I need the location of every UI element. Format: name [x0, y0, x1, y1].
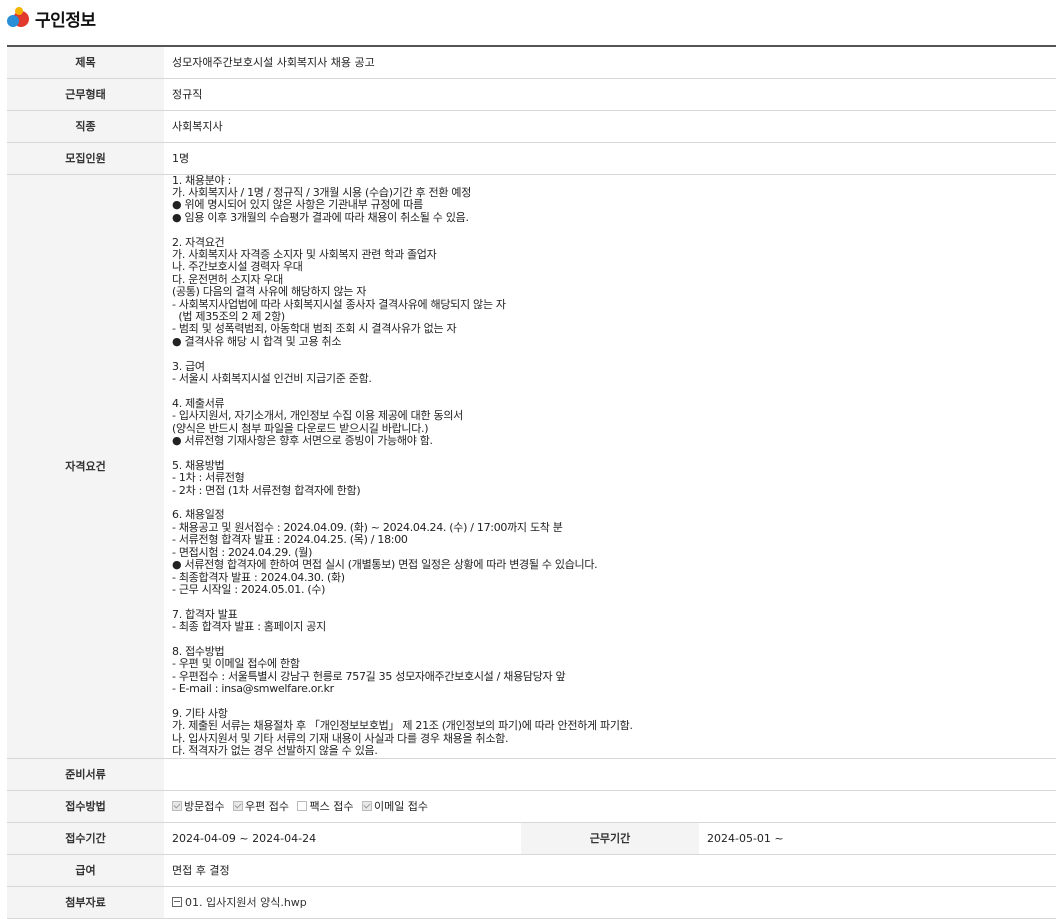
requirements-label: 자격요건: [7, 174, 164, 759]
title-label: 제목: [7, 46, 164, 79]
employment-type-label: 근무형태: [7, 78, 164, 111]
checkbox-checked-icon: [232, 801, 243, 812]
page-title: 구인정보: [35, 10, 96, 31]
row-salary: 급여 면접 후 결정: [7, 854, 1056, 887]
attachment-label: 첨부자료: [7, 886, 164, 919]
row-title: 제목 성모자애주간보호시설 사회복지사 채용 공고: [7, 46, 1056, 79]
attachment-cell: 01. 입사지원서 양식.hwp: [164, 886, 1056, 919]
apply-period-label: 접수기간: [7, 822, 164, 855]
headcount-value: 1명: [164, 142, 1056, 175]
row-documents: 준비서류: [7, 758, 1056, 791]
documents-value: [164, 758, 1056, 791]
row-periods: 접수기간 2024-04-09 ~ 2024-04-24 근무기간 2024-0…: [7, 822, 1056, 855]
attachment-link[interactable]: 01. 입사지원서 양식.hwp: [172, 896, 307, 909]
documents-label: 준비서류: [7, 758, 164, 791]
apply-period-value: 2024-04-09 ~ 2024-04-24: [164, 822, 521, 855]
row-apply-method: 접수방법 방문접수 우편 접수 팩스 접수 이메일 접수: [7, 790, 1056, 823]
work-period-label: 근무기간: [521, 822, 699, 855]
checkbox-checked-icon: [172, 801, 182, 812]
logo-icon: [7, 7, 29, 29]
file-icon: [172, 897, 182, 908]
job-type-value: 사회복지사: [164, 110, 1056, 143]
salary-label: 급여: [7, 854, 164, 887]
headcount-label: 모집인원: [7, 142, 164, 175]
apply-method-label: 접수방법: [7, 790, 164, 823]
page-header: 구인정보: [7, 4, 96, 32]
work-period-value: 2024-05-01 ~: [699, 822, 1056, 855]
apply-mail-checkbox[interactable]: 우편 접수: [232, 798, 289, 814]
row-requirements: 자격요건 1. 채용분야 : 가. 사회복지사 / 1명 / 정규직 / 3개월…: [7, 174, 1056, 759]
row-attachment: 첨부자료 01. 입사지원서 양식.hwp: [7, 886, 1056, 919]
apply-fax-checkbox[interactable]: 팩스 접수: [297, 798, 353, 814]
job-info-table: 제목 성모자애주간보호시설 사회복지사 채용 공고 근무형태 정규직 직종 사회…: [7, 45, 1056, 919]
apply-visit-checkbox[interactable]: 방문접수: [172, 798, 224, 814]
row-employment-type: 근무형태 정규직: [7, 78, 1056, 111]
requirements-text: 1. 채용분야 : 가. 사회복지사 / 1명 / 정규직 / 3개월 시용 (…: [164, 174, 1056, 759]
checkbox-unchecked-icon: [297, 801, 308, 812]
salary-value: 면접 후 결정: [164, 854, 1056, 887]
checkbox-checked-icon: [361, 801, 372, 812]
employment-type-value: 정규직: [164, 78, 1056, 111]
apply-email-checkbox[interactable]: 이메일 접수: [361, 798, 428, 814]
title-value: 성모자애주간보호시설 사회복지사 채용 공고: [164, 46, 1056, 79]
row-job-type: 직종 사회복지사: [7, 110, 1056, 143]
apply-method-options: 방문접수 우편 접수 팩스 접수 이메일 접수: [164, 790, 1056, 823]
job-type-label: 직종: [7, 110, 164, 143]
row-headcount: 모집인원 1명: [7, 142, 1056, 175]
